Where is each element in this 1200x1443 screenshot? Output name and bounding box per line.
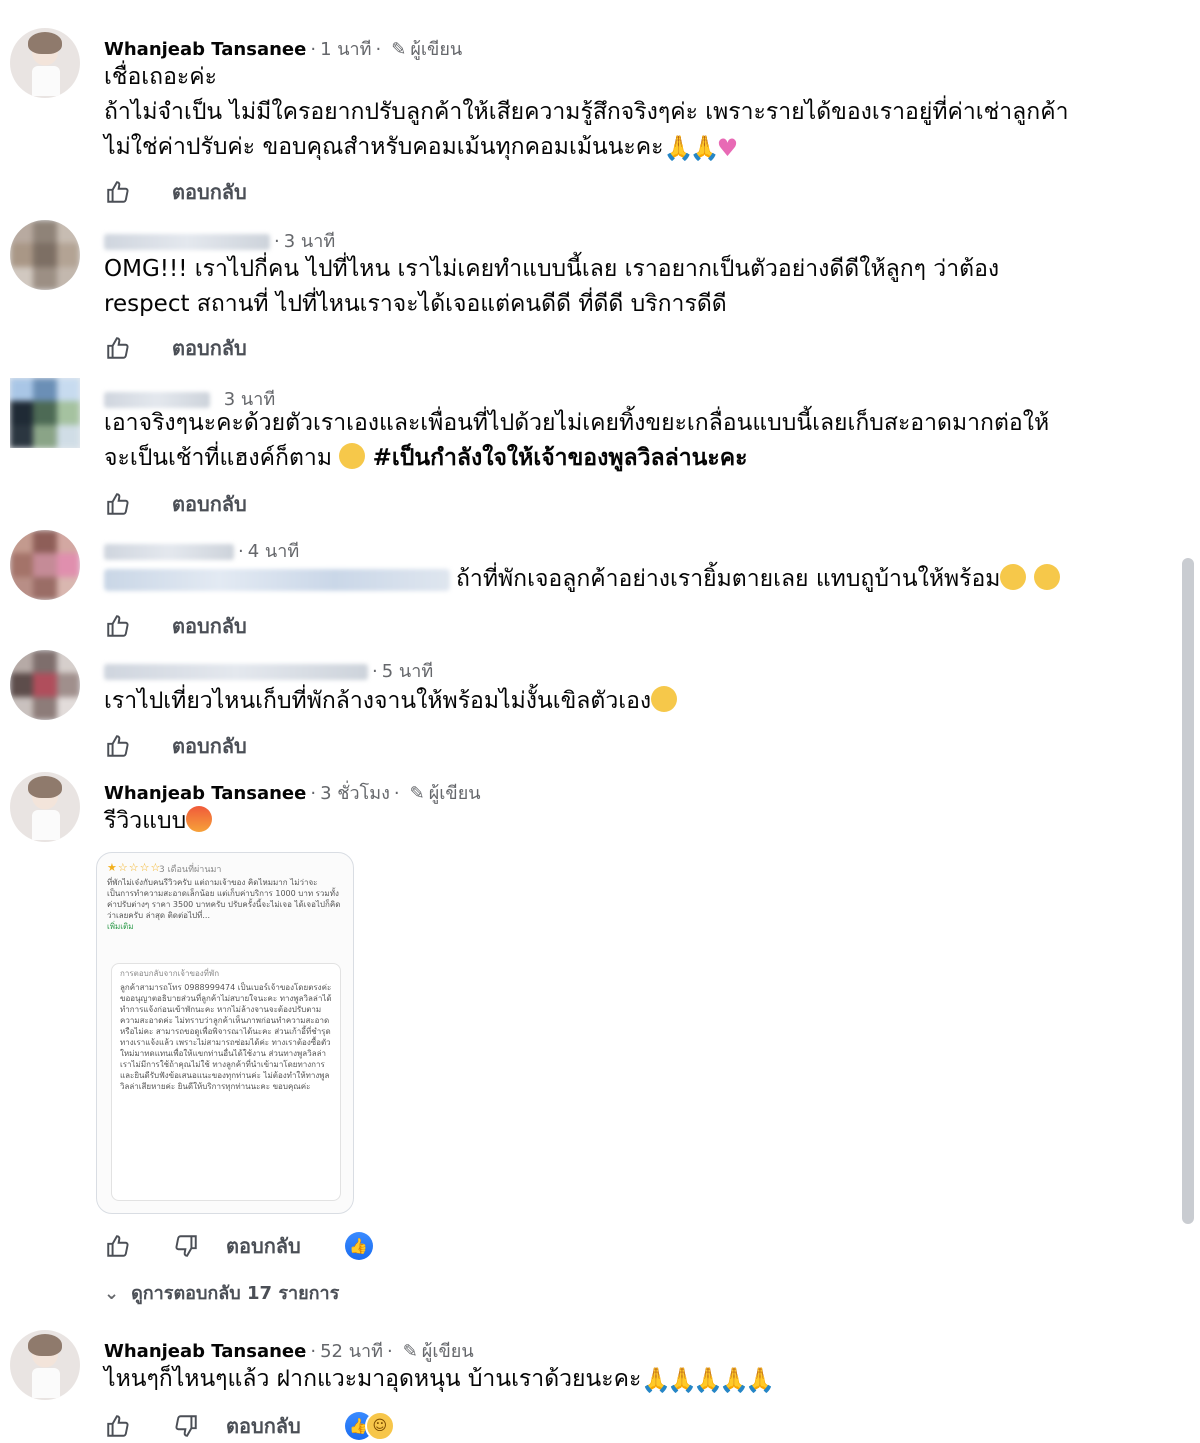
host-reply-box: การตอบกลับจากเจ้าของที่พัก ลูกค้าสามารถโ… [111,963,341,1201]
timestamp[interactable]: 3 ชั่วโมง [320,783,390,804]
avatar[interactable] [10,650,80,720]
avatar[interactable] [10,378,80,448]
comment-text: OMG!!! เราไปกี่คน ไปที่ไหน เราไม่เคยทำแบ… [104,256,1000,317]
comment-meta: · 3 นาที [104,226,335,255]
pray-emoji: 🙏 [663,134,694,162]
comment-actions: ตอบกลับ [104,610,291,642]
comment-meta: · 5 นาที [104,656,433,685]
timestamp[interactable]: 4 นาที [248,541,299,562]
angry-emoji [186,806,213,832]
thumbs-up-icon[interactable] [104,490,132,518]
pray-emoji: 🙏 [719,1366,750,1394]
blurred-mention[interactable] [104,568,450,591]
author-badge: ผู้เขียน [410,39,463,60]
reply-button[interactable]: ตอบกลับ [226,1410,301,1442]
avatar[interactable] [10,220,80,290]
blurred-author-name[interactable] [104,544,234,560]
smile-emoji [651,686,678,712]
reply-button[interactable]: ตอบกลับ [172,730,247,762]
reaction-summary[interactable]: 👍 [344,1232,373,1260]
pray-emoji: 🙏 [641,1366,672,1394]
comment-meta: Whanjeab Tansanee · 1 นาที · ✎ ผู้เขียน [104,39,463,60]
pink-heart-emoji: ♥ [716,134,739,162]
smile-emoji [1033,564,1060,590]
blurred-author-name[interactable] [104,664,368,680]
pen-icon: ✎ [409,783,425,804]
comment-actions: ตอบกลับ [104,176,291,208]
scrollbar[interactable] [1182,558,1194,1224]
smile-emoji [1000,564,1027,590]
avatar[interactable] [10,772,80,842]
comment-text: เชื่อเถอะค่ะ ถ้าไม่จำเป็น ไม่มีใครอยากปร… [104,64,1069,162]
pen-icon: ✎ [391,39,407,60]
thumbs-up-icon[interactable] [104,1232,132,1260]
comment-text: เอาจริงๆนะคะด้วยตัวเราเองและเพื่อนที่ไปด… [104,410,1050,471]
avatar[interactable] [10,28,80,98]
comment-meta: · 4 นาที [104,536,299,565]
pray-emoji: 🙏 [693,1366,724,1394]
like-reaction-icon: 👍 [344,1232,373,1260]
pray-emoji: 🙏 [689,134,720,162]
timestamp[interactable]: 5 นาที [382,661,433,682]
haha-reaction-icon: ☺ [364,1411,395,1441]
review-text: ที่พักไม่เจ๋งกับคนรีวิวครับ แต่ถามเจ้าขอ… [107,878,341,931]
reply-button[interactable]: ตอบกลับ [226,1230,301,1262]
reaction-summary[interactable]: 👍 ☺ [344,1411,395,1441]
blurred-author-name[interactable] [104,234,270,250]
timestamp[interactable]: 52 นาที [320,1341,383,1362]
chevron-down-icon: ⌄ [104,1283,120,1304]
author-name[interactable]: Whanjeab Tansanee [104,39,306,60]
timestamp[interactable]: 1 นาที [320,39,371,60]
view-replies-link[interactable]: ⌄ ดูการตอบกลับ 17 รายการ [104,1278,339,1307]
comment-actions: ตอบกลับ [104,488,291,520]
author-name[interactable]: Whanjeab Tansanee [104,1341,306,1362]
comment-text: ถ้าที่พักเจอลูกค้าอย่างเรายิ้มตายเลย แทบ… [104,562,1060,597]
comment-text: รีวิวแบบ [104,804,213,839]
pray-emoji: 🙏 [667,1366,698,1394]
comment-actions: ตอบกลับ [104,332,291,364]
reply-button[interactable]: ตอบกลับ [172,488,247,520]
comment-text: ไหนๆก็ไหนๆแล้ว ฝากแวะมาอุดหนุน บ้านเราด้… [104,1366,776,1394]
comment-text: เราไปเที่ยวไหนเก็บที่พักล้างจานให้พร้อมไ… [104,684,678,719]
host-reply-header: การตอบกลับจากเจ้าของที่พัก [120,969,220,978]
pen-icon: ✎ [402,1341,418,1362]
author-badge: ผู้เขียน [421,1341,474,1362]
avatar[interactable] [10,1330,80,1400]
rating-stars: ★☆☆☆☆ [107,861,162,874]
avatar[interactable] [10,530,80,600]
laugh-emoji [339,443,366,469]
pray-emoji: 🙏 [745,1366,776,1394]
hashtag-link[interactable]: #เป็นกำลังใจให้เจ้าของพูลวิลล่านะคะ [373,445,748,471]
thumbs-down-icon[interactable] [172,1232,200,1260]
review-date: 3 เดือนที่ผ่านมา [159,865,222,875]
thumbs-up-icon[interactable] [104,732,132,760]
host-reply-text: ลูกค้าสามารถโทร 0988999474 เป็นเบอร์เจ้า… [120,983,332,1091]
comment-actions: ตอบกลับ 👍 ☺ [104,1410,395,1442]
comment-meta: Whanjeab Tansanee · 52 นาที · ✎ ผู้เขียน [104,1341,474,1362]
thumbs-up-icon[interactable] [104,1412,132,1440]
thumbs-up-icon[interactable] [104,612,132,640]
thumbs-up-icon[interactable] [104,178,132,206]
comment-actions: ตอบกลับ 👍 [104,1230,373,1262]
author-badge: ผู้เขียน [428,783,481,804]
thumbs-down-icon[interactable] [172,1412,200,1440]
reply-button[interactable]: ตอบกลับ [172,176,247,208]
author-name[interactable]: Whanjeab Tansanee [104,783,306,804]
comment-meta: Whanjeab Tansanee · 3 ชั่วโมง · ✎ ผู้เขียน [104,783,481,804]
review-screenshot-attachment[interactable]: ★☆☆☆☆ 3 เดือนที่ผ่านมา ที่พักไม่เจ๋งกับค… [96,852,354,1214]
reply-button[interactable]: ตอบกลับ [172,332,247,364]
timestamp[interactable]: 3 นาที [284,231,335,252]
reply-button[interactable]: ตอบกลับ [172,610,247,642]
comment-actions: ตอบกลับ [104,730,291,762]
thumbs-up-icon[interactable] [104,334,132,362]
